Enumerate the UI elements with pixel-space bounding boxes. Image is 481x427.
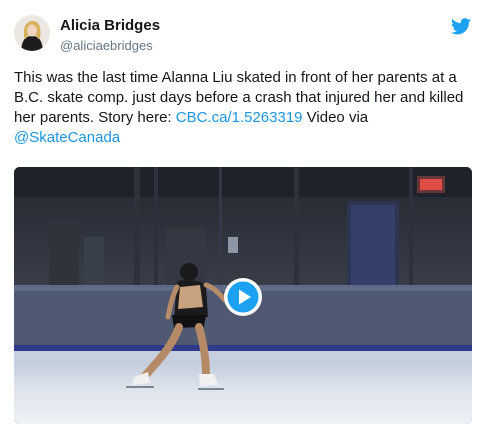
play-icon[interactable] bbox=[223, 277, 263, 317]
tweet-body-continued: Video via bbox=[302, 109, 369, 126]
author-handle[interactable]: @aliciaebridges bbox=[60, 38, 153, 53]
twitter-bird-icon[interactable] bbox=[451, 18, 471, 35]
avatar[interactable] bbox=[14, 15, 50, 51]
tweet-text: This was the last time Alanna Liu skated… bbox=[14, 68, 472, 148]
mention-link[interactable]: @SkateCanada bbox=[14, 129, 120, 146]
tweet-card: Alicia Bridges @aliciaebridges This was … bbox=[0, 0, 481, 427]
author-name[interactable]: Alicia Bridges bbox=[60, 17, 160, 34]
avatar-image bbox=[14, 15, 50, 51]
article-link[interactable]: CBC.ca/1.5263319 bbox=[176, 109, 303, 126]
